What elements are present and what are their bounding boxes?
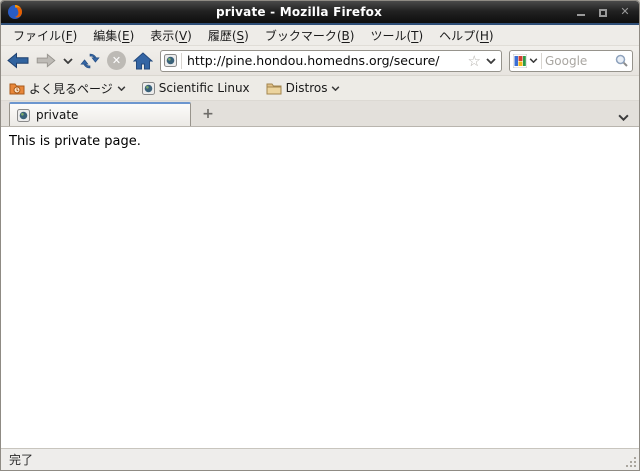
menubar-items: ファイル(F)編集(E)表示(V)履歴(S)ブックマーク(B)ツール(T)ヘルプ…	[5, 25, 502, 46]
menu-item-t[interactable]: ツール(T)	[362, 25, 431, 46]
history-dropdown-icon[interactable]	[63, 49, 73, 73]
site-favicon-box[interactable]	[164, 53, 182, 69]
url-dropdown-icon[interactable]	[486, 58, 496, 64]
firefox-logo-icon	[7, 4, 23, 20]
generic-page-icon	[17, 109, 30, 122]
chevron-down-icon	[117, 86, 126, 91]
page-content: This is private page.	[1, 127, 639, 448]
page-text: This is private page.	[9, 134, 141, 149]
bookmark-scientific-linux[interactable]: Scientific Linux	[139, 79, 253, 97]
url-input[interactable]	[187, 53, 463, 68]
folder-icon	[266, 82, 282, 95]
reload-button[interactable]	[80, 49, 100, 73]
forward-button[interactable]	[36, 49, 56, 73]
browser-window: private - Mozilla Firefox ✕ ファイル(F)編集(E)…	[0, 0, 640, 471]
window-title: private - Mozilla Firefox	[23, 5, 575, 19]
back-button[interactable]	[7, 49, 29, 73]
titlebar: private - Mozilla Firefox ✕	[1, 1, 639, 25]
minimize-button[interactable]	[575, 6, 587, 18]
menu-item-b[interactable]: ブックマーク(B)	[257, 25, 363, 46]
bookmark-label: Distros	[286, 81, 328, 95]
list-all-tabs-button[interactable]	[618, 114, 633, 121]
bookmark-label: Scientific Linux	[159, 81, 250, 95]
engine-dropdown-icon	[529, 58, 538, 63]
smart-folder-icon	[9, 82, 25, 95]
status-text: 完了	[9, 451, 33, 468]
bookmark-label: よく見るページ	[29, 80, 113, 97]
stop-x-icon: ✕	[107, 51, 126, 70]
search-magnifier-icon[interactable]	[615, 54, 628, 67]
bookmark-folder-distros[interactable]: Distros	[263, 79, 344, 97]
search-input[interactable]	[545, 54, 612, 68]
navigation-toolbar: ✕ ☆	[1, 46, 639, 76]
maximize-button[interactable]	[597, 6, 609, 18]
menu-item-h[interactable]: ヘルプ(H)	[431, 25, 501, 46]
search-engine-picker[interactable]	[513, 53, 542, 69]
close-button[interactable]: ✕	[619, 6, 631, 18]
resize-grip[interactable]	[625, 456, 637, 468]
home-button[interactable]	[133, 49, 153, 73]
chevron-down-icon	[331, 86, 340, 91]
new-tab-button[interactable]: +	[195, 104, 221, 124]
menu-item-v[interactable]: 表示(V)	[142, 25, 200, 46]
url-bar[interactable]: ☆	[160, 50, 502, 72]
generic-page-icon	[164, 54, 177, 67]
tab-private[interactable]: private	[9, 102, 191, 126]
bookmark-star-icon[interactable]: ☆	[468, 54, 481, 68]
tab-label: private	[36, 108, 78, 122]
google-logo-icon	[513, 54, 527, 68]
page-favicon-icon	[142, 82, 155, 95]
search-box[interactable]	[509, 50, 633, 72]
statusbar: 完了	[1, 448, 639, 470]
window-controls: ✕	[575, 6, 631, 18]
bookmarks-toolbar: よく見るページ Scientific Linux Distros	[1, 76, 639, 101]
bookmark-most-visited[interactable]: よく見るページ	[6, 78, 129, 99]
menu-item-s[interactable]: 履歴(S)	[200, 25, 257, 46]
menubar: ファイル(F)編集(E)表示(V)履歴(S)ブックマーク(B)ツール(T)ヘルプ…	[1, 25, 639, 46]
menu-item-f[interactable]: ファイル(F)	[5, 25, 85, 46]
tab-strip: private +	[1, 101, 639, 127]
stop-button[interactable]: ✕	[107, 49, 126, 73]
menu-item-e[interactable]: 編集(E)	[85, 25, 142, 46]
